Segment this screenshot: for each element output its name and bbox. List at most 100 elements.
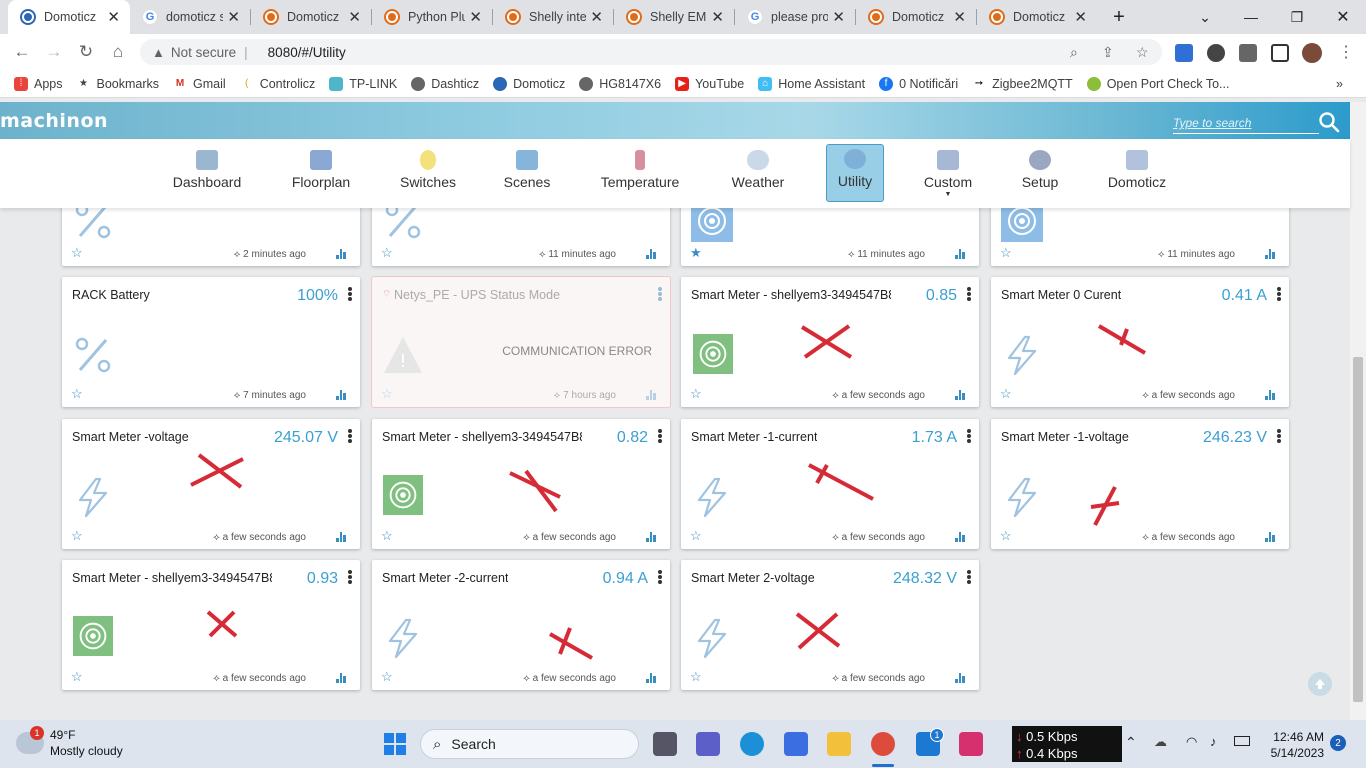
browser-tab[interactable]: G domoticz s ✕ (130, 0, 250, 34)
favorite-star-icon[interactable]: ☆ (71, 528, 83, 544)
page-scrollbar[interactable] (1350, 102, 1366, 720)
teams-icon[interactable] (696, 732, 720, 756)
more-options-icon[interactable] (1277, 287, 1281, 301)
chart-icon[interactable] (1265, 532, 1275, 542)
browser-tab[interactable]: Domoticz ✕ (977, 0, 1097, 34)
tab-temperature[interactable]: Temperature (591, 144, 689, 202)
favorite-star-icon[interactable]: ☆ (381, 386, 393, 402)
favorite-star-icon[interactable]: ☆ (690, 386, 702, 402)
back-arrow-icon[interactable]: ← (10, 41, 34, 63)
bookmark-star-icon[interactable]: ☆ (1136, 39, 1149, 65)
favorite-star-icon[interactable]: ☆ (690, 669, 702, 685)
browser-tab[interactable]: Python Plu ✕ (372, 0, 492, 34)
bookmark-zigbee2mqtt[interactable]: ➙ Zigbee2MQTT (972, 77, 1073, 91)
more-options-icon[interactable] (348, 287, 352, 301)
bookmark-home-assistant[interactable]: ⌂ Home Assistant (758, 76, 865, 91)
tab-custom[interactable]: Custom ▼ (918, 144, 978, 202)
search-icon[interactable] (1318, 111, 1340, 133)
scrollbar-thumb[interactable] (1353, 357, 1363, 702)
bookmark-domoticz[interactable]: Domoticz (493, 76, 565, 91)
windows-extension-icon[interactable] (1175, 44, 1193, 62)
favorite-star-icon[interactable]: ☆ (71, 386, 83, 402)
browser-tab[interactable]: Domoticz ✕ (251, 0, 371, 34)
favorite-star-icon[interactable]: ☆ (381, 528, 393, 544)
chart-icon[interactable] (955, 390, 965, 400)
scroll-to-top-button[interactable] (1308, 672, 1332, 696)
more-options-icon[interactable] (658, 429, 662, 443)
close-tab-icon[interactable]: ✕ (953, 8, 966, 26)
bookmark-dashticz[interactable]: Dashticz (411, 76, 479, 91)
task-view-icon[interactable] (653, 732, 677, 756)
chart-icon[interactable] (1265, 390, 1275, 400)
instagram-icon[interactable] (959, 732, 983, 756)
more-options-icon[interactable] (967, 287, 971, 301)
more-options-icon[interactable] (348, 429, 352, 443)
chart-icon[interactable] (336, 673, 346, 683)
new-tab-button[interactable]: + (1096, 0, 1142, 34)
favorite-star-icon[interactable]: ☆ (71, 669, 83, 685)
bookmark-gmail[interactable]: M Gmail (173, 77, 226, 91)
bookmark-facebook[interactable]: f0 Notificări (879, 76, 958, 91)
tab-setup[interactable]: Setup (1014, 144, 1066, 202)
chart-icon[interactable] (955, 673, 965, 683)
bookmark-apps[interactable]: ⁞ Apps (14, 76, 63, 91)
home-icon[interactable]: ⌂ (106, 41, 130, 63)
side-panel-icon[interactable] (1271, 44, 1289, 62)
forward-arrow-icon[interactable]: → (42, 41, 66, 63)
favorite-star-icon[interactable]: ☆ (1000, 386, 1012, 402)
tab-utility[interactable]: Utility (826, 144, 884, 202)
bookmark-tplink[interactable]: TP-LINK (329, 76, 397, 91)
chevron-up-icon[interactable]: ⌃ (1125, 734, 1137, 751)
more-options-icon[interactable] (1277, 429, 1281, 443)
close-tab-icon[interactable]: ✕ (348, 8, 361, 26)
cloud-sync-icon[interactable]: ☁ (1154, 734, 1167, 750)
store-icon[interactable] (784, 732, 808, 756)
close-tab-icon[interactable]: ✕ (227, 8, 240, 26)
close-tab-icon[interactable]: ✕ (469, 8, 482, 26)
system-clock[interactable]: 12:46 AM 5/14/2023 (1268, 729, 1324, 761)
chart-icon[interactable] (646, 249, 656, 259)
close-tab-icon[interactable]: ✕ (711, 8, 724, 26)
favorite-star-icon[interactable]: ☆ (1000, 528, 1012, 544)
bookmark-youtube[interactable]: ▶ YouTube (675, 76, 744, 91)
search-input[interactable]: Type to search (1173, 116, 1319, 134)
notification-badge[interactable]: 2 (1330, 735, 1346, 751)
favorite-star-icon[interactable]: ☆ (71, 245, 83, 261)
more-options-icon[interactable] (348, 570, 352, 584)
chart-icon[interactable] (336, 390, 346, 400)
close-tab-icon[interactable]: ✕ (590, 8, 603, 26)
browser-tab[interactable]: Shelly EM ✕ (614, 0, 734, 34)
extension-icon[interactable] (1207, 44, 1225, 62)
battery-icon[interactable] (1234, 736, 1250, 746)
close-tab-icon[interactable]: ✕ (107, 8, 120, 26)
browser-tab[interactable]: Domoticz ✕ (8, 0, 130, 34)
address-bar[interactable]: ▲ Not secure | 8080/#/Utility ⌕ ⇪ ☆ (140, 39, 1162, 65)
close-tab-icon[interactable]: ✕ (832, 8, 845, 26)
chart-icon[interactable] (646, 390, 656, 400)
tab-floorplan[interactable]: Floorplan (284, 144, 358, 202)
favorite-star-icon[interactable]: ☆ (381, 669, 393, 685)
wifi-icon[interactable]: ◠ (1186, 734, 1197, 750)
share-icon[interactable]: ⇪ (1102, 39, 1114, 65)
file-explorer-icon[interactable] (827, 732, 851, 756)
chart-icon[interactable] (336, 532, 346, 542)
bookmarks-overflow[interactable]: » (1336, 77, 1343, 91)
tab-switches[interactable]: Switches (393, 144, 463, 202)
browser-tab[interactable]: Domoticz ✕ (856, 0, 976, 34)
bookmark-open-port-check[interactable]: Open Port Check To... (1086, 76, 1229, 91)
reload-icon[interactable]: ↻ (74, 41, 98, 63)
avatar[interactable] (1302, 43, 1322, 63)
favorite-star-icon[interactable]: ☆ (690, 528, 702, 544)
favorite-star-icon[interactable]: ★ (690, 245, 702, 261)
bookmark-hg8147x6[interactable]: HG8147X6 (579, 76, 661, 91)
restore-button[interactable]: ❐ (1274, 0, 1320, 34)
close-tab-icon[interactable]: ✕ (1074, 8, 1087, 26)
edge-icon[interactable] (740, 732, 764, 756)
chart-icon[interactable] (646, 673, 656, 683)
chart-icon[interactable] (336, 249, 346, 259)
windows-start-icon[interactable] (384, 733, 406, 755)
volume-icon[interactable]: ♪ (1210, 734, 1217, 749)
bookmark-controlicz[interactable]: (Controlicz (240, 77, 315, 91)
tab-scenes[interactable]: Scenes (498, 144, 556, 202)
browser-tab[interactable]: Shelly inte ✕ (493, 0, 613, 34)
